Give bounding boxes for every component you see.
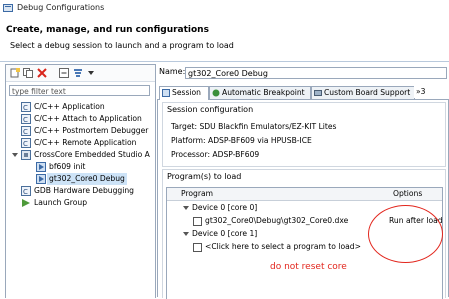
chevron-down-icon[interactable] bbox=[183, 231, 189, 237]
processor-text: Processor: ADSP-BF609 bbox=[171, 150, 260, 159]
tree-toolbar bbox=[6, 65, 155, 82]
chevron-down-icon[interactable] bbox=[86, 68, 96, 78]
target-text: Target: SDU Blackfin Emulators/EZ-KIT Li… bbox=[171, 122, 337, 131]
name-label: Name: bbox=[159, 67, 186, 76]
session-config-title: Session configuration bbox=[167, 105, 254, 114]
collapse-all-icon[interactable] bbox=[59, 68, 69, 78]
annotation-text: do not reset core bbox=[270, 262, 347, 272]
session-icon bbox=[162, 89, 170, 97]
c-attach-icon: C bbox=[21, 114, 31, 124]
load-checkbox[interactable] bbox=[193, 217, 202, 226]
filter-input[interactable]: type filter text bbox=[9, 85, 150, 96]
crosscore-icon bbox=[21, 150, 31, 160]
delete-icon[interactable] bbox=[37, 68, 47, 78]
col-program-header: Program bbox=[181, 189, 214, 198]
config-tabs: Session Automatic Breakpoint Custom Boar… bbox=[157, 86, 449, 100]
config-icon bbox=[36, 174, 46, 184]
platform-text: Platform: ADSP-BF609 via HPUSB-ICE bbox=[171, 136, 312, 145]
device-core1-label: Device 0 [core 1] bbox=[192, 229, 258, 238]
svg-text:C: C bbox=[23, 140, 28, 148]
annotation-circle bbox=[368, 205, 443, 263]
svg-text:C: C bbox=[23, 188, 28, 196]
page-subtitle: Select a debug session to launch and a p… bbox=[10, 41, 234, 50]
title-bar: Debug Configurations bbox=[0, 0, 449, 16]
duplicate-icon[interactable] bbox=[23, 68, 33, 78]
session-configuration-group: Session configuration Target: SDU Blackf… bbox=[162, 102, 446, 167]
tab-automatic-breakpoint[interactable]: Automatic Breakpoint bbox=[209, 86, 311, 99]
dialog-header: Create, manage, and run configurations S… bbox=[0, 16, 449, 62]
configuration-tree-pane: type filter text C C/C++ Application C C… bbox=[5, 64, 156, 298]
svg-text:C: C bbox=[23, 128, 28, 136]
launch-group-icon bbox=[22, 199, 30, 207]
c-postmortem-icon: C bbox=[21, 126, 31, 136]
col-options-header: Options bbox=[393, 189, 423, 198]
config-icon bbox=[36, 162, 46, 172]
programs-table-header: Program Options bbox=[167, 188, 442, 201]
filter-icon[interactable] bbox=[73, 68, 83, 78]
tab-session[interactable]: Session bbox=[159, 86, 209, 100]
board-icon bbox=[314, 90, 322, 96]
gdb-icon: C bbox=[21, 186, 31, 196]
program-path: gt302_Core0\Debug\gt302_Core0.dxe bbox=[205, 216, 349, 225]
device-core0-label: Device 0 [core 0] bbox=[192, 203, 258, 212]
svg-text:C: C bbox=[23, 104, 28, 112]
chevron-down-icon[interactable] bbox=[183, 205, 189, 211]
page-title: Create, manage, and run configurations bbox=[6, 25, 209, 35]
tab-overflow[interactable]: »3 bbox=[414, 86, 432, 98]
breakpoint-icon bbox=[212, 89, 220, 97]
select-program-prompt[interactable]: <Click here to select a program to load> bbox=[205, 241, 361, 253]
c-app-icon: C bbox=[21, 102, 31, 112]
debug-config-icon bbox=[3, 4, 13, 12]
name-field[interactable]: gt302_Core0 Debug bbox=[185, 67, 447, 79]
new-config-icon[interactable] bbox=[10, 68, 20, 78]
window-title: Debug Configurations bbox=[17, 3, 105, 12]
svg-text:C: C bbox=[23, 116, 28, 124]
c-remote-icon: C bbox=[21, 138, 31, 148]
chevron-down-icon[interactable] bbox=[12, 152, 18, 158]
programs-title: Program(s) to load bbox=[167, 172, 242, 181]
load-checkbox[interactable] bbox=[193, 243, 202, 252]
tab-custom-board-support[interactable]: Custom Board Support bbox=[311, 86, 415, 99]
